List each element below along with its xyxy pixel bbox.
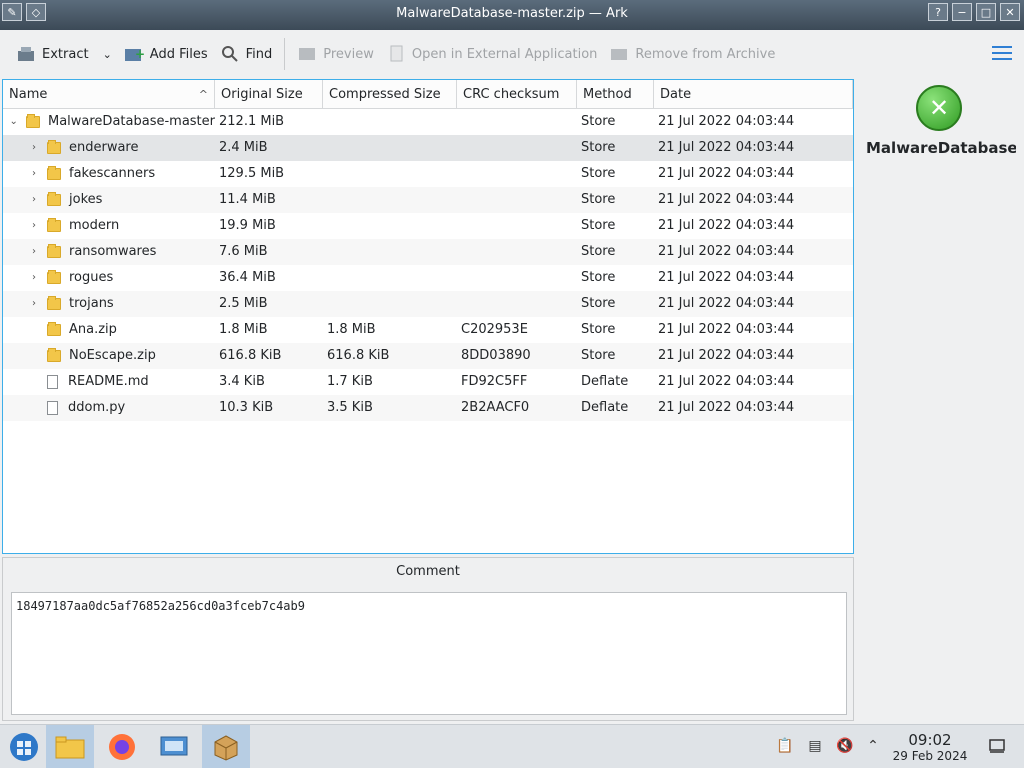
- expand-icon[interactable]: ›: [27, 135, 41, 161]
- help-button[interactable]: ?: [928, 3, 948, 21]
- folder-icon: [55, 736, 85, 759]
- taskbar-settings[interactable]: [150, 725, 198, 768]
- archive-tool-icon: ✕: [916, 85, 962, 131]
- find-label: Find: [245, 46, 273, 62]
- table-row[interactable]: › modern 19.9 MiB Store 21 Jul 2022 04:03:4…: [3, 213, 853, 239]
- collapse-icon[interactable]: ⌄: [7, 109, 20, 135]
- python-file-icon: [47, 401, 58, 415]
- archive-icon: [47, 348, 61, 362]
- clipboard-icon[interactable]: 📋: [776, 737, 794, 755]
- extract-label: Extract: [42, 46, 89, 62]
- column-name[interactable]: Name ^: [3, 80, 215, 109]
- info-panel-title: MalwareDatabase...: [866, 139, 1016, 157]
- show-desktop-icon[interactable]: [988, 737, 1006, 755]
- folder-icon: [26, 114, 40, 128]
- archive-icon: [47, 322, 61, 336]
- column-date[interactable]: Date: [654, 80, 853, 109]
- sort-arrow-icon: ^: [198, 88, 208, 101]
- hamburger-menu-icon[interactable]: [992, 46, 1012, 64]
- folder-icon: [47, 140, 61, 154]
- remove-from-archive-button[interactable]: Remove from Archive: [603, 38, 781, 70]
- column-crc[interactable]: CRC checksum: [457, 80, 577, 109]
- preview-button[interactable]: Preview: [291, 38, 380, 70]
- preview-icon: [297, 45, 317, 63]
- document-icon: [386, 45, 406, 63]
- clock[interactable]: 09:02 29 Feb 2024: [890, 731, 970, 763]
- start-menu-button[interactable]: [0, 725, 48, 768]
- title-bar: ✎ ◇ MalwareDatabase-master.zip — Ark ? −…: [0, 0, 1024, 30]
- expand-icon[interactable]: ›: [27, 213, 41, 239]
- chevron-up-icon[interactable]: ⌃: [864, 737, 882, 755]
- open-external-label: Open in External Application: [411, 46, 598, 62]
- svg-text:+: +: [135, 47, 144, 61]
- close-button[interactable]: ✕: [1000, 3, 1020, 21]
- table-row[interactable]: ⌄ MalwareDatabase-master 212.1 MiB Store …: [3, 109, 853, 135]
- table-row[interactable]: › fakescanners 129.5 MiB Store 21 Jul 2022 …: [3, 161, 853, 187]
- table-row[interactable]: README.md 3.4 KiB 1.7 KiB FD92C5FF Deflate 2…: [3, 369, 853, 395]
- expand-icon[interactable]: ›: [27, 265, 41, 291]
- expand-icon[interactable]: ›: [27, 239, 41, 265]
- table-row[interactable]: › ransomwares 7.6 MiB Store 21 Jul 2022 04:…: [3, 239, 853, 265]
- ark-package-icon: [214, 735, 238, 761]
- firefox-icon: [109, 734, 135, 760]
- clock-time: 09:02: [908, 731, 952, 749]
- comment-label: Comment: [396, 564, 460, 579]
- find-button[interactable]: Find: [214, 38, 279, 70]
- table-row[interactable]: Ana.zip 1.8 MiB 1.8 MiB C202953E Store 21 Ju…: [3, 317, 853, 343]
- extract-button[interactable]: Extract ⌄: [10, 38, 118, 70]
- column-header: Name ^ Original Size Compressed Size CRC …: [3, 80, 853, 109]
- expand-icon[interactable]: ›: [27, 187, 41, 213]
- extract-icon: [16, 45, 36, 63]
- markdown-file-icon: [47, 375, 58, 389]
- taskbar-file-manager[interactable]: [46, 725, 94, 768]
- preview-label: Preview: [323, 46, 374, 62]
- window-title: MalwareDatabase-master.zip — Ark: [396, 6, 628, 21]
- chevron-down-icon[interactable]: ⌄: [103, 48, 112, 61]
- table-row[interactable]: › enderware 2.4 MiB Store 21 Jul 2022 04:03…: [3, 135, 853, 161]
- table-row[interactable]: › jokes 11.4 MiB Store 21 Jul 2022 04:03:44: [3, 187, 853, 213]
- taskbar-firefox[interactable]: [98, 725, 146, 768]
- muted-volume-icon[interactable]: 🔇: [836, 737, 854, 755]
- folder-icon: [47, 218, 61, 232]
- archive-file-list[interactable]: Name ^ Original Size Compressed Size CRC …: [2, 79, 854, 554]
- search-icon: [220, 45, 240, 63]
- folder-icon: [47, 192, 61, 206]
- info-panel: ✕ MalwareDatabase...: [860, 79, 1020, 179]
- system-settings-icon: [160, 736, 188, 756]
- remove-label: Remove from Archive: [635, 46, 776, 62]
- table-row[interactable]: ddom.py 10.3 KiB 3.5 KiB 2B2AACF0 Deflate 21…: [3, 395, 853, 421]
- add-files-icon: +: [124, 45, 144, 63]
- notes-icon[interactable]: ▤: [806, 737, 824, 755]
- table-row[interactable]: › rogues 36.4 MiB Store 21 Jul 2022 04:03:4…: [3, 265, 853, 291]
- folder-icon: [47, 296, 61, 310]
- table-row[interactable]: › trojans 2.5 MiB Store 21 Jul 2022 04:03:4…: [3, 291, 853, 317]
- comment-field[interactable]: 18497187aa0dc5af76852a256cd0a3fceb7c4ab9: [11, 592, 847, 715]
- folder-icon: [47, 244, 61, 258]
- column-method[interactable]: Method: [577, 80, 654, 109]
- minimize-button[interactable]: −: [952, 3, 972, 21]
- taskbar: 📋 ▤ 🔇 ⌃ 09:02 29 Feb 2024: [0, 724, 1024, 768]
- expand-icon[interactable]: ›: [27, 291, 41, 317]
- start-icon: [10, 733, 38, 761]
- expand-icon[interactable]: ›: [27, 161, 41, 187]
- add-files-label: Add Files: [149, 46, 208, 62]
- comment-panel: Comment 18497187aa0dc5af76852a256cd0a3fc…: [2, 557, 854, 721]
- table-row[interactable]: NoEscape.zip 616.8 KiB 616.8 KiB 8DD03890 S…: [3, 343, 853, 369]
- clock-date: 29 Feb 2024: [892, 749, 968, 763]
- add-files-button[interactable]: + Add Files: [118, 38, 214, 70]
- column-original-size[interactable]: Original Size: [215, 80, 323, 109]
- folder-icon: [47, 270, 61, 284]
- remove-icon: [609, 45, 629, 63]
- toolbar-separator: [284, 38, 286, 70]
- maximize-button[interactable]: □: [976, 3, 996, 21]
- folder-icon: [47, 166, 61, 180]
- open-external-button[interactable]: Open in External Application: [380, 38, 604, 70]
- toolbar: Extract ⌄ + Add Files Find Preview Open …: [0, 30, 1024, 78]
- column-compressed-size[interactable]: Compressed Size: [323, 80, 457, 109]
- taskbar-ark[interactable]: [202, 725, 250, 768]
